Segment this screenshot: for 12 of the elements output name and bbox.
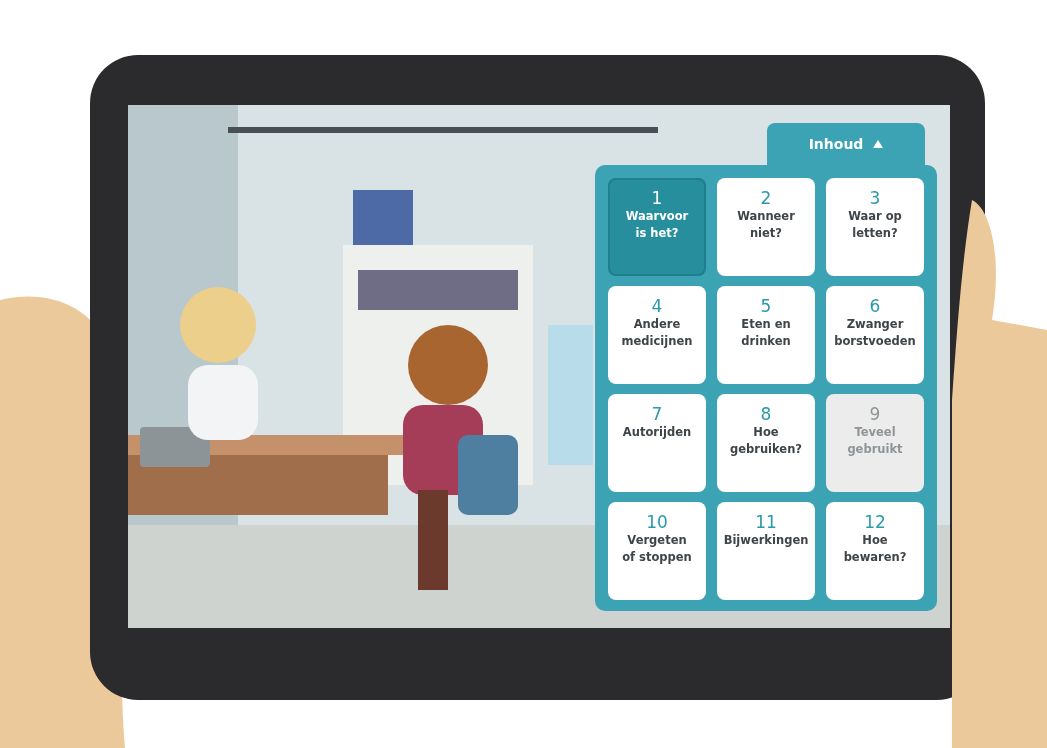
chapter-tile[interactable]: 4 Andere medicijnen (608, 286, 706, 384)
chapter-tile[interactable]: 7 Autorijden (608, 394, 706, 492)
chapter-tile[interactable]: 8 Hoe gebruiken? (717, 394, 815, 492)
chapter-tile[interactable]: 2 Wanneer niet? (717, 178, 815, 276)
chapter-tile[interactable]: 1 Waarvoor is het? (608, 178, 706, 276)
chapter-tile[interactable]: 6 Zwanger borstvoeden (826, 286, 924, 384)
caret-icon (873, 140, 884, 148)
chapter-tile[interactable]: 12 Hoe bewaren? (826, 502, 924, 600)
chapter-tile[interactable]: 11 Bijwerkingen (717, 502, 815, 600)
chapter-tile[interactable]: 10 Vergeten of stoppen (608, 502, 706, 600)
chapter-tile[interactable]: 5 Eten en drinken (717, 286, 815, 384)
chapter-tile[interactable]: 3 Waar op letten? (826, 178, 924, 276)
